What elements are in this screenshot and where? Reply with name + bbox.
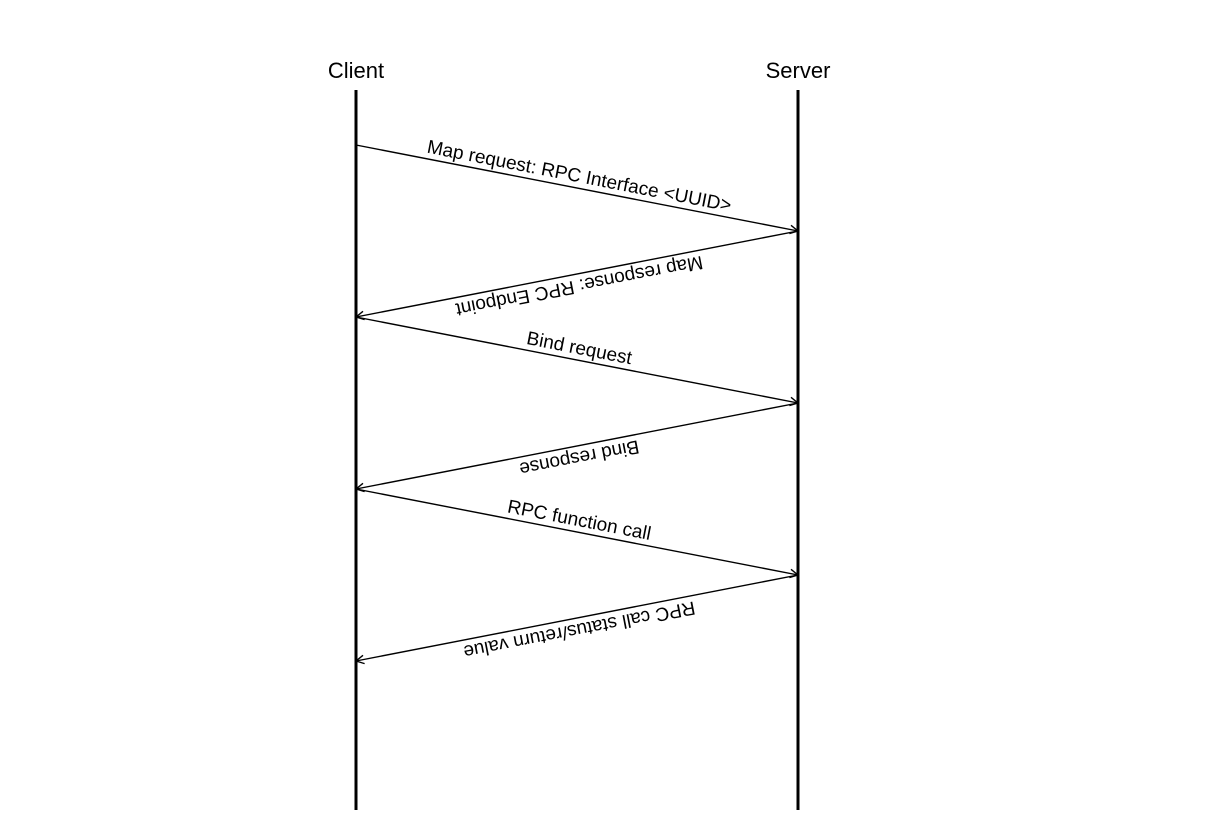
message-arrow: [356, 145, 798, 231]
client-actor-label: Client: [328, 58, 384, 84]
message-arrow: [356, 403, 798, 489]
message-arrow: [356, 575, 798, 661]
message-label: Map response: RPC Endpoint: [453, 251, 704, 320]
message-label: RPC call status/return value: [462, 596, 697, 662]
message-arrow: [356, 489, 798, 575]
message-label: Bind response: [518, 435, 641, 479]
server-actor-label: Server: [766, 58, 831, 84]
diagram-canvas: Map request: RPC Interface <UUID> Map res…: [0, 0, 1218, 824]
message-label: Bind request: [525, 328, 634, 369]
message-arrow: [356, 317, 798, 403]
message-label: Map request: RPC Interface <UUID>: [425, 137, 733, 217]
message-arrow: [356, 231, 798, 317]
sequence-diagram: Client Server Map request: RPC Interface…: [0, 0, 1218, 824]
message-label: RPC function call: [506, 496, 653, 544]
